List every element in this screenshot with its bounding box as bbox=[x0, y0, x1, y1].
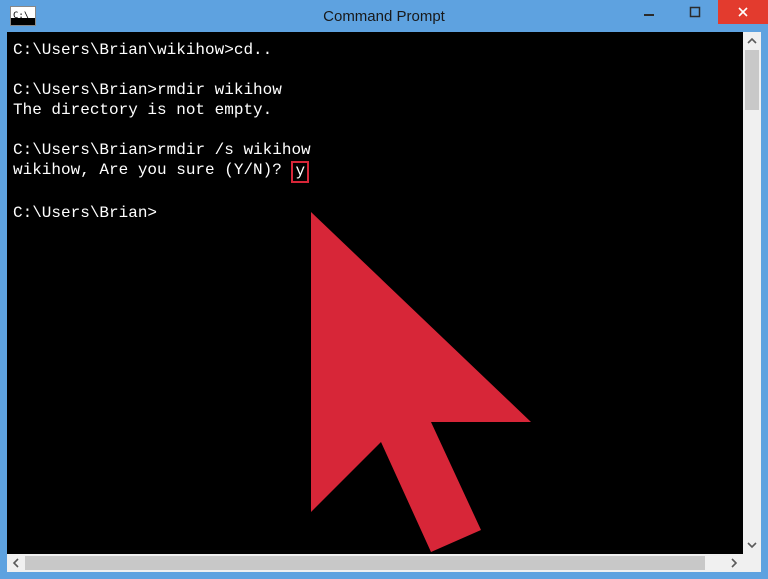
maximize-icon bbox=[689, 6, 701, 18]
close-icon bbox=[737, 6, 749, 18]
scroll-left-button[interactable] bbox=[7, 554, 25, 572]
horizontal-scroll-track[interactable] bbox=[25, 554, 725, 572]
cmd-icon-label: C:\ bbox=[13, 11, 29, 21]
command-text: rmdir /s wikihow bbox=[157, 141, 311, 159]
prompt-text: C:\Users\Brian> bbox=[13, 141, 157, 159]
chevron-right-icon bbox=[729, 558, 739, 568]
minimize-button[interactable] bbox=[626, 0, 672, 24]
command-prompt-window: C:\ Command Prompt C:\Users\Brian\wikiho… bbox=[0, 0, 768, 579]
window-buttons bbox=[626, 0, 768, 24]
titlebar[interactable]: C:\ Command Prompt bbox=[0, 0, 768, 32]
chevron-down-icon bbox=[747, 540, 757, 550]
prompt-text: C:\Users\Brian> bbox=[13, 81, 157, 99]
command-text: cd.. bbox=[234, 41, 272, 59]
client-area: C:\Users\Brian\wikihow>cd.. C:\Users\Bri… bbox=[7, 32, 761, 572]
scroll-up-button[interactable] bbox=[743, 32, 761, 50]
highlighted-input: y bbox=[291, 161, 309, 183]
vertical-scroll-thumb[interactable] bbox=[745, 50, 759, 110]
prompt-text: C:\Users\Brian> bbox=[13, 204, 157, 222]
vertical-scrollbar[interactable] bbox=[743, 32, 761, 554]
horizontal-scrollbar[interactable] bbox=[7, 554, 743, 572]
output-text: The directory is not empty. bbox=[13, 101, 272, 119]
maximize-button[interactable] bbox=[672, 0, 718, 24]
scroll-right-button[interactable] bbox=[725, 554, 743, 572]
chevron-up-icon bbox=[747, 36, 757, 46]
horizontal-scroll-thumb[interactable] bbox=[25, 556, 705, 570]
console-output[interactable]: C:\Users\Brian\wikihow>cd.. C:\Users\Bri… bbox=[7, 32, 743, 554]
chevron-left-icon bbox=[11, 558, 21, 568]
prompt-text: C:\Users\Brian\wikihow> bbox=[13, 41, 234, 59]
output-text: wikihow, Are you sure (Y/N)? bbox=[13, 161, 291, 179]
minimize-icon bbox=[643, 6, 655, 18]
scrollbar-corner bbox=[743, 554, 761, 572]
vertical-scroll-track[interactable] bbox=[743, 50, 761, 536]
cmd-icon[interactable]: C:\ bbox=[10, 6, 36, 26]
scroll-down-button[interactable] bbox=[743, 536, 761, 554]
command-text: rmdir wikihow bbox=[157, 81, 282, 99]
close-button[interactable] bbox=[718, 0, 768, 24]
